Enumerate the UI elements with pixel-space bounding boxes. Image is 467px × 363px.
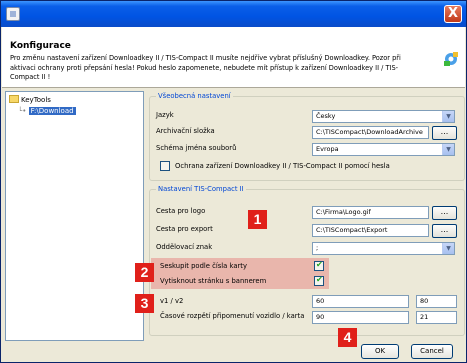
archive-label: Archivační složka: [156, 127, 215, 135]
logo-path-label: Cesta pro logo: [156, 207, 206, 215]
export-browse-button[interactable]: ...: [432, 224, 457, 238]
settings-icon: [444, 52, 458, 66]
settings-panel: Všeobecná nastavení Jazyk Česky ▼ Archiv…: [147, 91, 465, 341]
logo-path-field[interactable]: C:\Firma\Logo.gif: [312, 206, 429, 219]
password-protection-label: Ochrana zařízení Downloadkey II / TIS-Co…: [175, 162, 390, 170]
close-button[interactable]: X: [444, 5, 462, 23]
tree-item-download[interactable]: └• F:\Download: [18, 106, 76, 117]
badge-4: 4: [338, 328, 357, 347]
logo-browse-button[interactable]: ...: [432, 206, 457, 220]
general-settings-group: Všeobecná nastavení Jazyk Česky ▼ Archiv…: [149, 92, 465, 181]
separator-select[interactable]: ; ▼: [312, 242, 455, 255]
language-label: Jazyk: [156, 111, 174, 119]
archive-browse-button[interactable]: ...: [432, 126, 457, 140]
export-path-label: Cesta pro export: [156, 225, 213, 233]
cancel-button[interactable]: Cancel: [411, 344, 453, 359]
print-banner-label: Vytisknout stránku s bannerem: [160, 277, 267, 285]
archive-field[interactable]: C:\TISCompact\DownloadArchive: [312, 126, 429, 139]
separator-label: Oddělovací znak: [156, 243, 213, 251]
badge-3: 3: [135, 294, 154, 313]
v1-v2-label: v1 / v2: [160, 297, 184, 305]
badge-1: 1: [248, 210, 267, 229]
badge-2: 2: [135, 263, 154, 282]
general-settings-title: Všeobecná nastavení: [156, 92, 233, 101]
tis-settings-title: Nastavení TIS-Compact II: [156, 185, 246, 194]
v2-field[interactable]: 80: [416, 295, 457, 308]
tree-connector-icon: └•: [18, 107, 27, 115]
chevron-down-icon[interactable]: ▼: [442, 243, 454, 254]
chevron-down-icon[interactable]: ▼: [442, 111, 454, 122]
language-select[interactable]: Česky ▼: [312, 110, 455, 123]
tree-root-label: KeyTools: [21, 96, 51, 104]
group-by-card-label: Seskupit podle čísla karty: [160, 262, 247, 270]
group-by-card-checkbox[interactable]: [314, 260, 324, 271]
dialog-description: Pro změnu nastavení zařízení Downloadkey…: [10, 54, 401, 81]
schema-label: Schéma jména souborů: [156, 144, 237, 152]
tis-settings-group: Nastavení TIS-Compact II Cesta pro logo …: [149, 185, 465, 336]
dialog-header: Konfigurace Pro změnu nastavení zařízení…: [2, 27, 465, 88]
export-path-field[interactable]: C:\TISCompact\Export: [312, 224, 429, 237]
language-value: Česky: [316, 112, 336, 120]
folder-icon: [9, 95, 19, 103]
schema-select[interactable]: Evropa ▼: [312, 143, 455, 156]
password-protection-checkbox[interactable]: [160, 161, 170, 171]
interval-vehicle-field[interactable]: 90: [312, 311, 409, 324]
chevron-down-icon[interactable]: ▼: [442, 144, 454, 155]
tree-item-root[interactable]: KeyTools: [9, 95, 51, 106]
print-banner-checkbox[interactable]: [314, 275, 324, 286]
tree-child-label: F:\Download: [28, 107, 76, 115]
ok-button[interactable]: OK: [361, 344, 399, 359]
v1-field[interactable]: 60: [312, 295, 409, 308]
dialog-title: Konfigurace: [10, 41, 71, 51]
title-bar[interactable]: X: [1, 1, 466, 27]
interval-card-field[interactable]: 21: [416, 311, 457, 324]
schema-value: Evropa: [316, 145, 339, 153]
separator-value: ;: [316, 244, 319, 252]
configuration-window: X Konfigurace Pro změnu nastavení zaříze…: [0, 0, 467, 363]
device-tree[interactable]: KeyTools └• F:\Download: [5, 91, 144, 341]
app-icon: [6, 7, 20, 21]
interval-label: Časové rozpětí připomenutí vozidlo / kar…: [160, 312, 305, 320]
